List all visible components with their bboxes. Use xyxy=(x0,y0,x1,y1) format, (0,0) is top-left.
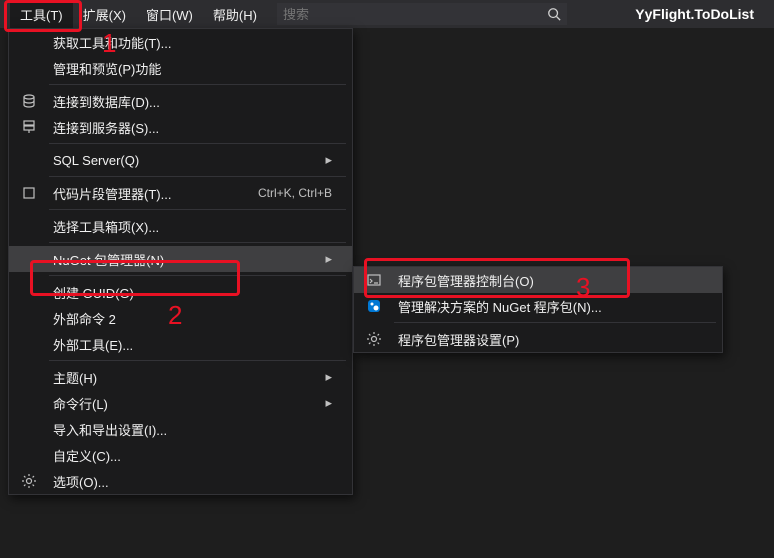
menu-item-label: 创建 GUID(G) xyxy=(53,283,332,302)
dropdown-item[interactable]: 自定义(C)... xyxy=(9,442,352,468)
dropdown-item[interactable]: 外部命令 2 xyxy=(9,305,352,331)
menu-item-label: 连接到数据库(D)... xyxy=(53,92,332,111)
menu-item-label: 获取工具和功能(T)... xyxy=(53,33,332,52)
menu-separator xyxy=(49,275,346,276)
menu-separator xyxy=(394,322,716,323)
menu-separator xyxy=(49,360,346,361)
menu-extensions[interactable]: 扩展(X) xyxy=(73,1,136,28)
menu-separator xyxy=(49,176,346,177)
project-name: YyFlight.ToDoList xyxy=(635,6,754,22)
server-icon xyxy=(19,119,39,135)
menu-separator xyxy=(49,143,346,144)
menu-item-label: 自定义(C)... xyxy=(53,446,332,465)
submenu-item[interactable]: 程序包管理器控制台(O) xyxy=(354,267,722,293)
submenu-item[interactable]: 管理解决方案的 NuGet 程序包(N)... xyxy=(354,293,722,319)
menu-item-label: 命令行(L) xyxy=(53,394,315,413)
menu-item-label: 导入和导出设置(I)... xyxy=(53,420,332,439)
menubar: 工具(T) 扩展(X) 窗口(W) 帮助(H) YyFlight.ToDoLis… xyxy=(0,0,774,28)
menu-item-label: 外部工具(E)... xyxy=(53,335,332,354)
menu-item-label: 管理解决方案的 NuGet 程序包(N)... xyxy=(398,297,702,316)
menu-item-label: 代码片段管理器(T)... xyxy=(53,184,248,203)
gear-icon xyxy=(19,473,39,489)
dropdown-item[interactable]: 选择工具箱项(X)... xyxy=(9,213,352,239)
menu-item-label: 管理和预览(P)功能 xyxy=(53,59,332,78)
dropdown-item[interactable]: 选项(O)... xyxy=(9,468,352,494)
menu-help[interactable]: 帮助(H) xyxy=(203,1,267,28)
dropdown-item[interactable]: SQL Server(Q) ▸ xyxy=(9,147,352,173)
dropdown-item[interactable]: 主题(H) ▸ xyxy=(9,364,352,390)
dropdown-item[interactable]: NuGet 包管理器(N) ▸ xyxy=(9,246,352,272)
menu-item-label: 选择工具箱项(X)... xyxy=(53,217,332,236)
search-icon xyxy=(547,7,561,21)
submenu-item[interactable]: 程序包管理器设置(P) xyxy=(354,326,722,352)
menu-item-label: SQL Server(Q) xyxy=(53,153,315,168)
dropdown-item[interactable]: 创建 GUID(G) xyxy=(9,279,352,305)
menu-tools[interactable]: 工具(T) xyxy=(10,1,73,28)
menu-separator xyxy=(49,209,346,210)
menu-item-shortcut: Ctrl+K, Ctrl+B xyxy=(258,186,332,200)
snippet-icon xyxy=(19,185,39,201)
dropdown-item[interactable]: 获取工具和功能(T)... xyxy=(9,29,352,55)
dropdown-item[interactable]: 管理和预览(P)功能 xyxy=(9,55,352,81)
menu-item-label: 选项(O)... xyxy=(53,472,332,491)
console-icon xyxy=(364,272,384,288)
menu-item-label: 程序包管理器控制台(O) xyxy=(398,271,702,290)
search-box[interactable] xyxy=(277,3,567,25)
menu-item-label: 程序包管理器设置(P) xyxy=(398,330,702,349)
nuget-icon xyxy=(364,298,384,314)
chevron-right-icon: ▸ xyxy=(325,251,332,267)
chevron-right-icon: ▸ xyxy=(325,369,332,385)
menu-item-label: 外部命令 2 xyxy=(53,309,332,328)
dropdown-item[interactable]: 代码片段管理器(T)... Ctrl+K, Ctrl+B xyxy=(9,180,352,206)
dropdown-item[interactable]: 外部工具(E)... xyxy=(9,331,352,357)
menu-item-label: NuGet 包管理器(N) xyxy=(53,250,315,269)
tools-dropdown: 获取工具和功能(T)... 管理和预览(P)功能连接到数据库(D)... 连接到服务… xyxy=(8,28,353,495)
db-icon xyxy=(19,93,39,109)
chevron-right-icon: ▸ xyxy=(325,152,332,168)
menu-separator xyxy=(49,84,346,85)
chevron-right-icon: ▸ xyxy=(325,395,332,411)
gear-icon xyxy=(364,331,384,347)
menu-item-label: 主题(H) xyxy=(53,368,315,387)
dropdown-item[interactable]: 导入和导出设置(I)... xyxy=(9,416,352,442)
dropdown-item[interactable]: 连接到数据库(D)... xyxy=(9,88,352,114)
menu-separator xyxy=(49,242,346,243)
dropdown-item[interactable]: 命令行(L) ▸ xyxy=(9,390,352,416)
search-input[interactable] xyxy=(283,7,547,22)
menu-window[interactable]: 窗口(W) xyxy=(136,1,203,28)
dropdown-item[interactable]: 连接到服务器(S)... xyxy=(9,114,352,140)
nuget-submenu: 程序包管理器控制台(O) 管理解决方案的 NuGet 程序包(N)... 程序包管理… xyxy=(353,266,723,353)
menu-item-label: 连接到服务器(S)... xyxy=(53,118,332,137)
